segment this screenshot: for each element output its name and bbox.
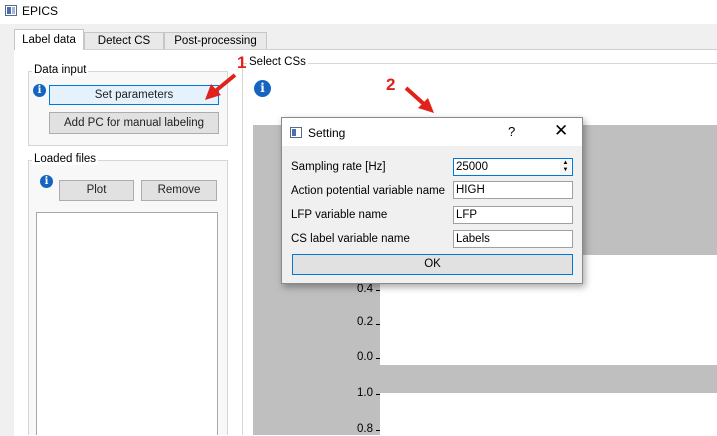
action-potential-label: Action potential variable name: [291, 185, 446, 197]
sampling-rate-label: Sampling rate [Hz]: [291, 161, 386, 173]
help-icon[interactable]: ?: [508, 124, 515, 139]
setting-dialog: Setting ? ✕ Sampling rate [Hz] 25000 ▲ ▼…: [281, 117, 583, 284]
spin-up-icon[interactable]: ▲: [560, 160, 571, 167]
dialog-app-icon: [290, 127, 302, 138]
tab-label-data[interactable]: Label data: [14, 29, 84, 50]
action-potential-input[interactable]: HIGH: [453, 181, 573, 199]
arrow-1-icon: [205, 73, 237, 100]
lfp-input[interactable]: LFP: [453, 206, 573, 224]
spinner-buttons: ▲ ▼: [560, 160, 571, 174]
ok-button[interactable]: OK: [292, 254, 573, 275]
sampling-rate-value: 25000: [456, 161, 488, 173]
cs-label-label: CS label variable name: [291, 233, 410, 245]
spin-down-icon[interactable]: ▼: [560, 167, 571, 174]
cs-label-input[interactable]: Labels: [453, 230, 573, 248]
annotation-number-2: 2: [386, 75, 396, 94]
annotation-number-1: 1: [237, 53, 247, 72]
close-icon[interactable]: ✕: [554, 121, 568, 141]
arrow-2-icon: [404, 86, 434, 113]
dialog-titlebar: Setting ? ✕: [282, 118, 582, 146]
lfp-label: LFP variable name: [291, 209, 388, 221]
sampling-rate-spinbox[interactable]: 25000 ▲ ▼: [453, 158, 573, 176]
dialog-title: Setting: [308, 126, 346, 140]
